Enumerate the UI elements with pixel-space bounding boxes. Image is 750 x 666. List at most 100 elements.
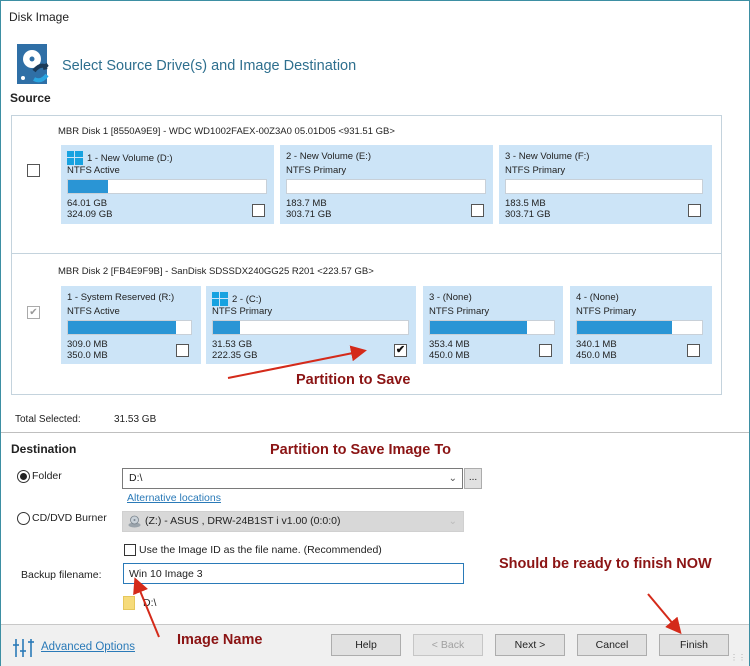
disk-2-title: MBR Disk 2 [FB4E9F9B] - SanDisk SDSSDX24…	[58, 266, 374, 277]
source-disk-list: MBR Disk 1 [8550A9E9] - WDC WD1002FAEX-0…	[11, 115, 722, 395]
partition-checkbox[interactable]	[688, 204, 701, 217]
usage-bar-fill	[68, 180, 108, 193]
partition-checkbox[interactable]	[176, 344, 189, 357]
usage-bar-fill	[68, 321, 177, 334]
partition-used: 31.53 GB	[212, 339, 253, 350]
finish-button[interactable]: Finish	[659, 634, 729, 656]
partition-card[interactable]: 2 - (C:) NTFS Primary 31.53 GB 222.35 GB…	[206, 286, 416, 364]
usage-bar	[505, 179, 703, 194]
partition-total: 222.35 GB	[212, 350, 258, 361]
partition-type: NTFS Active	[67, 306, 120, 317]
chevron-down-icon: ⌄	[448, 516, 457, 527]
disk-2-checkbox[interactable]: ✔	[27, 306, 40, 319]
path-preview: D:\	[143, 597, 157, 609]
total-selected-label: Total Selected:	[15, 414, 81, 425]
usage-bar	[67, 179, 267, 194]
divider	[1, 432, 749, 433]
partition-name: 2 - (C:)	[232, 293, 262, 305]
back-button[interactable]: < Back	[413, 634, 483, 656]
windows-logo-icon	[212, 292, 228, 306]
partition-card[interactable]: 1 - System Reserved (R:) NTFS Active 309…	[61, 286, 201, 364]
partition-name: 2 - New Volume (E:)	[286, 151, 371, 162]
annotation-image-name: Image Name	[177, 632, 263, 648]
partition-name: 1 - System Reserved (R:)	[67, 292, 175, 303]
partition-used: 64.01 GB	[67, 198, 108, 209]
usage-bar	[67, 320, 192, 335]
partition-type: NTFS Primary	[576, 306, 637, 317]
partition-card[interactable]: 4 - (None) NTFS Primary 340.1 MB 450.0 M…	[570, 286, 712, 364]
disk-1-row: MBR Disk 1 [8550A9E9] - WDC WD1002FAEX-0…	[12, 116, 721, 254]
partition-type: NTFS Active	[67, 165, 120, 176]
usage-bar-fill	[213, 321, 241, 334]
usage-bar	[212, 320, 409, 335]
partition-name: 1 - New Volume (D:)	[87, 152, 173, 164]
disk-image-window: Disk Image Select Source Drive(s) and Im…	[0, 0, 750, 666]
usage-bar-fill	[430, 321, 527, 334]
window-title: Disk Image	[9, 10, 70, 24]
folder-radio-label: Folder	[32, 470, 62, 482]
sliders-icon	[13, 639, 34, 657]
partition-total: 450.0 MB	[429, 350, 470, 361]
partition-checkbox[interactable]	[539, 344, 552, 357]
partition-used: 309.0 MB	[67, 339, 108, 350]
partition-total: 350.0 MB	[67, 350, 108, 361]
partition-checkbox[interactable]: ✔	[394, 344, 407, 357]
backup-filename-input[interactable]	[123, 563, 464, 584]
folder-dropdown-value: D:\	[129, 472, 143, 484]
partition-card[interactable]: 3 - New Volume (F:) NTFS Primary 183.5 M…	[499, 145, 712, 224]
page-heading: Select Source Drive(s) and Image Destina…	[62, 58, 357, 74]
browse-button[interactable]: ...	[464, 468, 482, 489]
next-button[interactable]: Next >	[495, 634, 565, 656]
annotation-ready-to-finish: Should be ready to finish NOW	[499, 556, 712, 572]
backup-filename-label: Backup filename:	[21, 569, 102, 581]
use-image-id-label: Use the Image ID as the file name. (Reco…	[139, 544, 382, 556]
folder-radio[interactable]	[17, 470, 30, 483]
partition-type: NTFS Primary	[212, 306, 273, 317]
partition-checkbox[interactable]	[687, 344, 700, 357]
disk-1-checkbox[interactable]	[27, 164, 40, 177]
partition-total: 324.09 GB	[67, 209, 113, 220]
usage-bar-fill	[577, 321, 672, 334]
optical-drive-icon	[128, 515, 141, 528]
help-button[interactable]: Help	[331, 634, 401, 656]
partition-checkbox[interactable]	[252, 204, 265, 217]
usage-bar	[286, 179, 486, 194]
partition-type: NTFS Primary	[286, 165, 347, 176]
partition-card[interactable]: 3 - (None) NTFS Primary 353.4 MB 450.0 M…	[423, 286, 563, 364]
partition-card[interactable]: 1 - New Volume (D:) NTFS Active 64.01 GB…	[61, 145, 274, 224]
use-image-id-checkbox[interactable]	[124, 544, 136, 556]
chevron-down-icon: ⌄	[448, 473, 457, 484]
annotation-partition-to-save-image-to: Partition to Save Image To	[270, 442, 452, 458]
cd-dvd-dropdown[interactable]: (Z:) - ASUS , DRW-24B1ST i v1.00 (0:0:0)…	[122, 511, 464, 532]
resize-grip[interactable]: ⋮⋮	[730, 653, 746, 662]
partition-total: 303.71 GB	[286, 209, 332, 220]
partition-name: 4 - (None)	[576, 292, 619, 303]
partition-type: NTFS Primary	[429, 306, 490, 317]
disk-1-title: MBR Disk 1 [8550A9E9] - WDC WD1002FAEX-0…	[58, 126, 395, 137]
partition-name: 3 - (None)	[429, 292, 472, 303]
partition-used: 183.7 MB	[286, 198, 327, 209]
usage-bar	[576, 320, 703, 335]
folder-dropdown[interactable]: D:\ ⌄	[122, 468, 463, 489]
cd-dvd-radio-label: CD/DVD Burner	[32, 512, 107, 524]
partition-card[interactable]: 2 - New Volume (E:) NTFS Primary 183.7 M…	[280, 145, 493, 224]
windows-logo-icon	[67, 151, 83, 165]
partition-type: NTFS Primary	[505, 165, 566, 176]
alternative-locations-link[interactable]: Alternative locations	[127, 492, 221, 504]
partition-used: 340.1 MB	[576, 339, 617, 350]
cd-dvd-radio[interactable]	[17, 512, 30, 525]
usage-bar	[429, 320, 555, 335]
partition-checkbox[interactable]	[471, 204, 484, 217]
partition-total: 303.71 GB	[505, 209, 551, 220]
source-label: Source	[10, 91, 51, 105]
destination-label: Destination	[11, 442, 77, 456]
cancel-button[interactable]: Cancel	[577, 634, 647, 656]
total-selected-value: 31.53 GB	[114, 414, 157, 425]
partition-used: 183.5 MB	[505, 198, 546, 209]
partition-used: 353.4 MB	[429, 339, 470, 350]
partition-name: 3 - New Volume (F:)	[505, 151, 590, 162]
folder-icon	[123, 596, 135, 610]
advanced-options-link[interactable]: Advanced Options	[41, 641, 135, 653]
partition-total: 450.0 MB	[576, 350, 617, 361]
annotation-partition-to-save: Partition to Save	[296, 372, 411, 388]
